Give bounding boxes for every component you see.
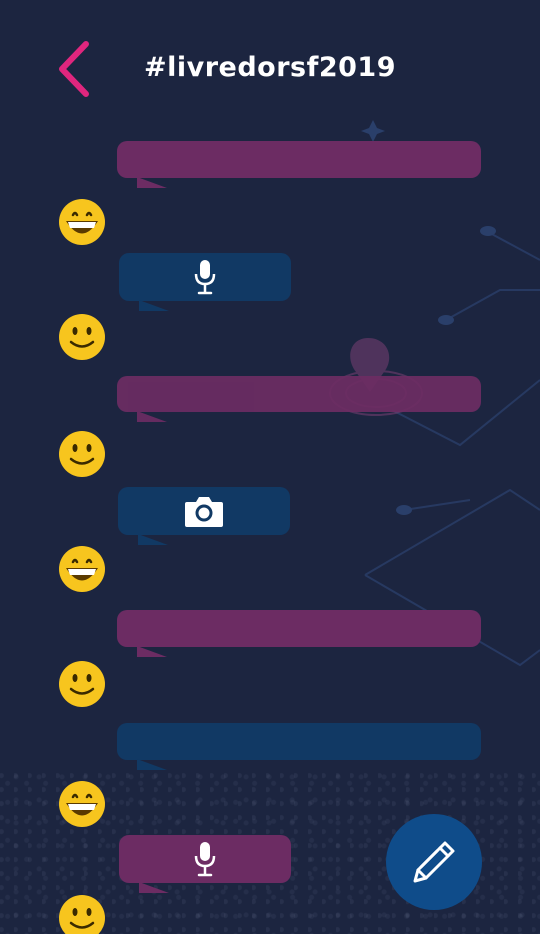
chevron-left-icon [59, 41, 89, 97]
message-bubble[interactable] [117, 141, 481, 188]
message-bubble[interactable] [117, 723, 481, 770]
page-title: #livredorsf2019 [143, 52, 397, 83]
grinning-emoji-avatar [59, 546, 105, 592]
voice-message-bubble[interactable] [119, 835, 291, 893]
app-screen: #livredorsf2019 [0, 0, 540, 934]
camera-icon [185, 497, 223, 527]
microphone-icon [194, 260, 216, 295]
grinning-emoji-avatar [59, 781, 105, 827]
message-bubble[interactable] [117, 376, 481, 422]
smiling-emoji-avatar [59, 431, 105, 477]
smiling-emoji-avatar [59, 314, 105, 360]
pencil-icon [413, 841, 455, 883]
message-bubble[interactable] [117, 610, 481, 657]
write-message-button[interactable] [386, 814, 482, 910]
back-button[interactable] [52, 38, 96, 100]
microphone-icon [194, 842, 216, 877]
smiling-emoji-avatar [59, 895, 105, 934]
photo-message-bubble[interactable] [118, 487, 290, 545]
voice-message-bubble[interactable] [119, 253, 291, 311]
grinning-emoji-avatar [59, 199, 105, 245]
smiling-emoji-avatar [59, 661, 105, 707]
